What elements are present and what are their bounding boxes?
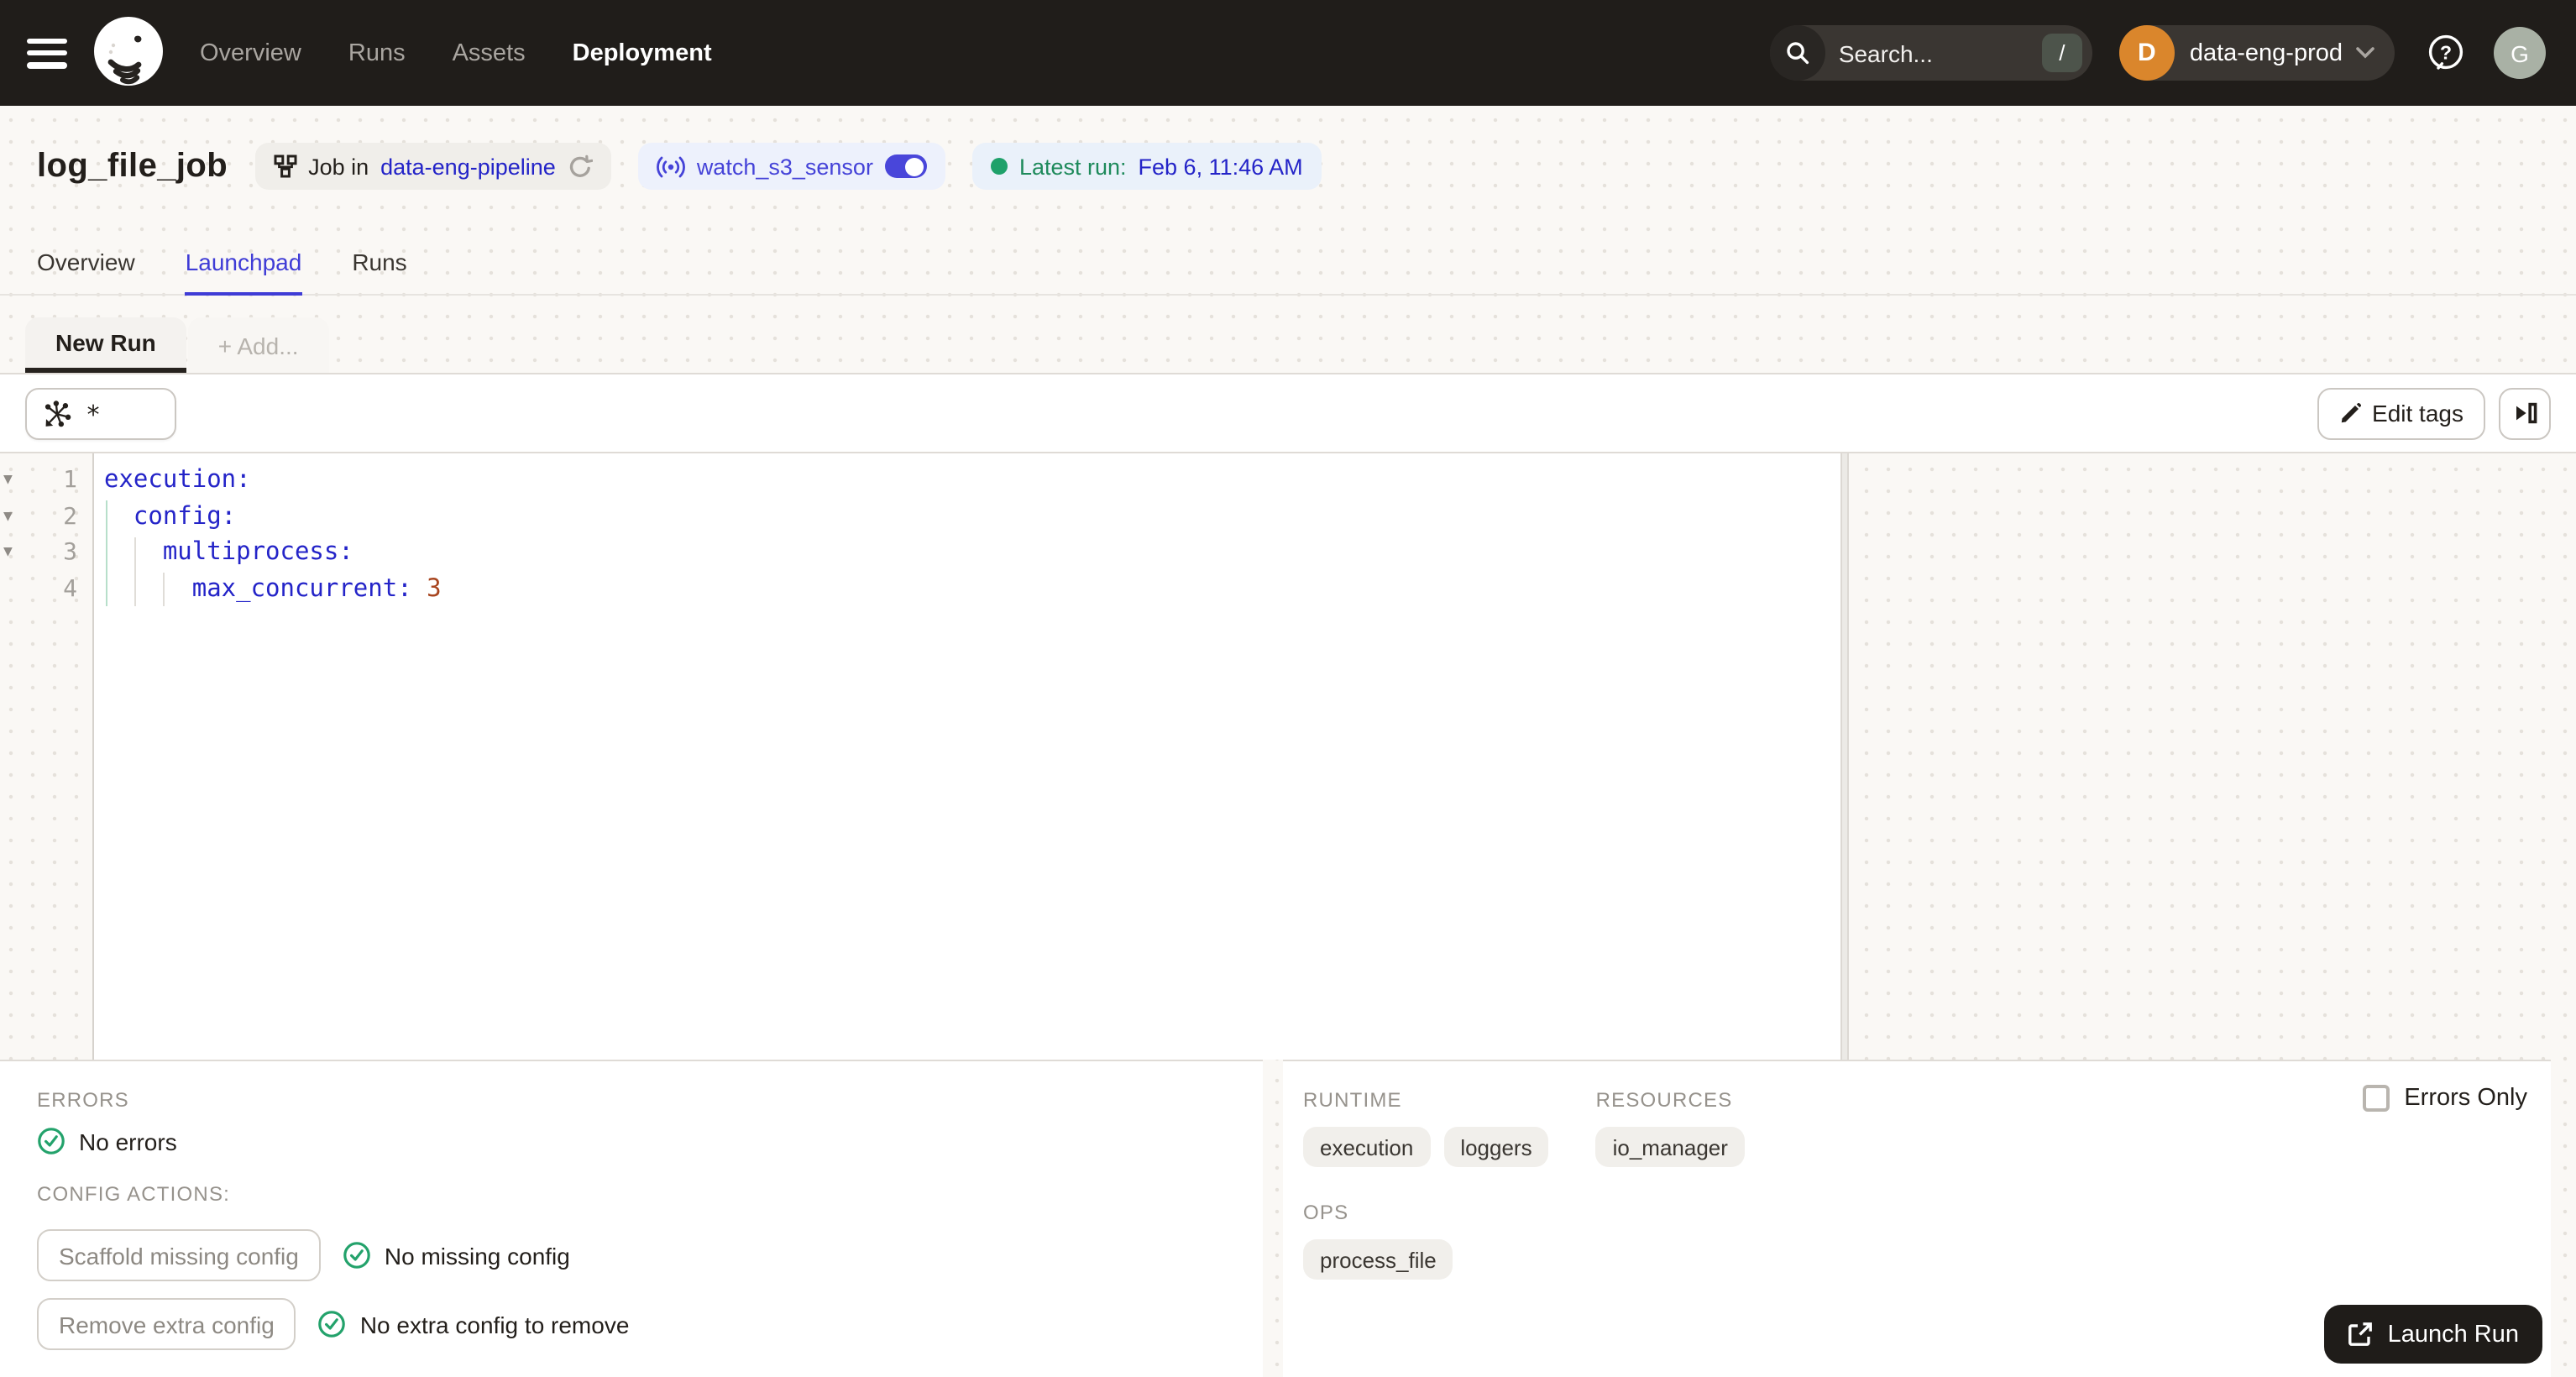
launchpad-bottom: ERRORS No errors CONFIG ACTIONS: Scaffol… bbox=[0, 1060, 2576, 1377]
op-selector-icon bbox=[45, 400, 71, 427]
line-number: 2 bbox=[63, 503, 77, 530]
launchpad-workspace: ▼ 1 ▼ 2 ▼ 3 4 execution: config: multiproce… bbox=[0, 453, 2576, 1060]
launch-run-button[interactable]: Launch Run bbox=[2323, 1305, 2542, 1364]
line-number: 1 bbox=[63, 467, 77, 494]
check-circle-icon bbox=[38, 1128, 65, 1154]
code-line: multiprocess: bbox=[104, 539, 353, 566]
check-circle-icon bbox=[343, 1242, 370, 1269]
launch-icon bbox=[2348, 1322, 2372, 1346]
help-icon[interactable]: ? bbox=[2425, 32, 2467, 74]
sensor-tag: watch_s3_sensor bbox=[637, 143, 945, 190]
fold-arrow-icon[interactable]: ▼ bbox=[3, 500, 13, 536]
dagster-logo[interactable] bbox=[91, 15, 166, 91]
edit-tags-button[interactable]: Edit tags bbox=[2317, 387, 2485, 439]
latest-run-link[interactable]: Feb 6, 11:46 AM bbox=[1139, 154, 1303, 179]
job-location-tag: Job in data-eng-pipeline bbox=[254, 143, 611, 190]
launchpad-config-tabs: New Run + Add... bbox=[0, 296, 2576, 374]
op-selector-input[interactable]: * bbox=[25, 387, 176, 439]
code-line: max_concurrent: 3 bbox=[104, 575, 442, 602]
job-graph-icon bbox=[273, 154, 296, 178]
search-shortcut-hint: / bbox=[2041, 34, 2082, 72]
ops-label: OPS bbox=[1303, 1201, 1349, 1224]
deployment-initial-badge: D bbox=[2118, 25, 2175, 81]
tab-runs[interactable]: Runs bbox=[352, 227, 406, 296]
tab-overview[interactable]: Overview bbox=[37, 227, 135, 296]
fold-arrow-icon[interactable]: ▼ bbox=[3, 536, 13, 572]
config-tab-new-run[interactable]: New Run bbox=[25, 317, 186, 373]
errors-only-label: Errors Only bbox=[2404, 1085, 2527, 1112]
indent-guide bbox=[163, 573, 165, 606]
deployment-name: data-eng-prod bbox=[2189, 39, 2343, 66]
errors-only-checkbox[interactable] bbox=[2362, 1085, 2390, 1112]
config-yaml-editor[interactable]: execution: config: multiprocess: max_con… bbox=[94, 453, 1840, 1060]
launchpad-toolbar: * Edit tags bbox=[0, 374, 2576, 453]
errors-panel: ERRORS No errors CONFIG ACTIONS: Scaffol… bbox=[0, 1060, 1263, 1377]
job-tabs: Overview Launchpad Runs bbox=[0, 227, 2576, 296]
errors-label: ERRORS bbox=[37, 1088, 129, 1112]
ops-tag[interactable]: process_file bbox=[1303, 1239, 1453, 1280]
hamburger-menu-icon[interactable] bbox=[27, 38, 67, 68]
edit-tags-label: Edit tags bbox=[2372, 400, 2463, 427]
fold-arrow-icon[interactable]: ▼ bbox=[3, 463, 13, 500]
op-selector-value: * bbox=[86, 400, 102, 430]
sensor-link[interactable]: watch_s3_sensor bbox=[697, 154, 873, 179]
deployment-switcher[interactable]: D data-eng-prod bbox=[2118, 25, 2395, 81]
runtime-tag[interactable]: execution bbox=[1303, 1127, 1431, 1167]
latest-run-tag: Latest run: Feb 6, 11:46 AM bbox=[971, 143, 1322, 190]
search-placeholder: Search... bbox=[1838, 39, 1933, 66]
expand-panel-icon bbox=[2516, 402, 2537, 424]
nav-item-runs[interactable]: Runs bbox=[348, 39, 406, 66]
expand-panel-button[interactable] bbox=[2499, 387, 2551, 439]
resources-label: RESOURCES bbox=[1595, 1088, 1733, 1112]
tab-launchpad[interactable]: Launchpad bbox=[185, 227, 302, 296]
panel-resize-handle[interactable] bbox=[1840, 453, 1849, 1060]
svg-text:?: ? bbox=[2440, 41, 2452, 63]
config-actions-label: CONFIG ACTIONS: bbox=[37, 1182, 231, 1206]
job-location-prefix: Job in bbox=[308, 154, 369, 179]
scaffold-missing-config-button[interactable]: Scaffold missing config bbox=[37, 1229, 321, 1281]
errors-only-toggle[interactable]: Errors Only bbox=[2362, 1085, 2527, 1112]
runtime-tag[interactable]: loggers bbox=[1443, 1127, 1549, 1167]
refresh-icon[interactable] bbox=[568, 154, 593, 179]
page-title: log_file_job bbox=[37, 147, 228, 184]
search-icon bbox=[1769, 25, 1825, 81]
remove-extra-config-button[interactable]: Remove extra config bbox=[37, 1298, 296, 1350]
runtime-label: RUNTIME bbox=[1303, 1088, 1402, 1112]
primary-nav: Overview Runs Assets Deployment bbox=[200, 39, 712, 66]
config-tab-add[interactable]: + Add... bbox=[187, 317, 329, 373]
scaffold-status: No missing config bbox=[384, 1242, 570, 1269]
launch-run-label: Launch Run bbox=[2387, 1321, 2519, 1348]
line-number: 4 bbox=[63, 575, 77, 602]
nav-item-deployment[interactable]: Deployment bbox=[573, 39, 712, 66]
repo-link[interactable]: data-eng-pipeline bbox=[380, 154, 556, 179]
code-line: config: bbox=[104, 503, 237, 530]
editor-gutter: ▼ 1 ▼ 2 ▼ 3 4 bbox=[0, 453, 94, 1060]
sensor-icon bbox=[656, 155, 685, 177]
remove-status: No extra config to remove bbox=[359, 1311, 630, 1338]
resources-tag[interactable]: io_manager bbox=[1595, 1127, 1745, 1167]
indent-guide bbox=[134, 537, 136, 606]
config-schema-pane bbox=[1849, 453, 2576, 1060]
sensor-toggle-switch[interactable] bbox=[884, 154, 927, 178]
errors-status: No errors bbox=[79, 1128, 177, 1154]
top-navigation-bar: Overview Runs Assets Deployment Search..… bbox=[0, 0, 2576, 106]
line-number: 3 bbox=[63, 539, 77, 566]
nav-item-overview[interactable]: Overview bbox=[200, 39, 301, 66]
user-avatar[interactable]: G bbox=[2494, 27, 2546, 79]
code-line: execution: bbox=[104, 467, 251, 494]
search-input[interactable]: Search... / bbox=[1769, 25, 2092, 81]
chevron-down-icon bbox=[2356, 47, 2374, 59]
job-header: log_file_job Job in data-eng-pipeline wa… bbox=[0, 106, 2576, 227]
nav-item-assets[interactable]: Assets bbox=[453, 39, 526, 66]
dagster-launchpad-page: Overview Runs Assets Deployment Search..… bbox=[0, 0, 2576, 1377]
indent-guide bbox=[106, 500, 107, 606]
run-status-dot bbox=[990, 158, 1008, 175]
pencil-icon bbox=[2340, 402, 2360, 422]
latest-run-label: Latest run: bbox=[1018, 154, 1127, 179]
check-circle-icon bbox=[319, 1311, 346, 1338]
